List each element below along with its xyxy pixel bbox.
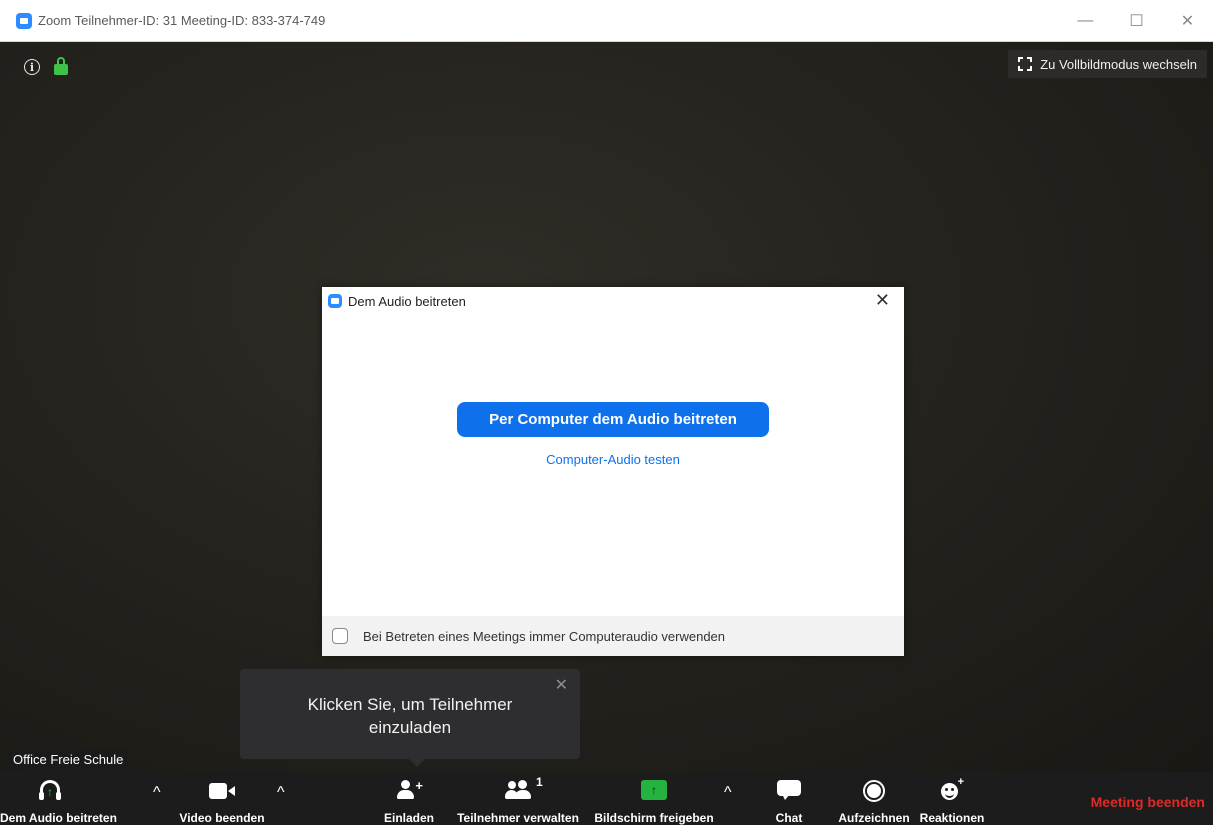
reaction-icon: + — [941, 776, 964, 800]
fullscreen-icon — [1018, 57, 1033, 71]
invite-tooltip: Klicken Sie, um Teilnehmer einzuladen ✕ — [240, 669, 580, 767]
share-screen-button[interactable]: ↑ Bildschirm freigeben — [588, 772, 720, 825]
invite-button[interactable]: + Einladen — [378, 772, 440, 825]
reactions-label: Reaktionen — [919, 811, 985, 825]
auto-audio-label[interactable]: Bei Betreten eines Meetings immer Comput… — [363, 629, 725, 644]
minimize-button[interactable]: — — [1060, 0, 1111, 42]
window-title: Zoom Teilnehmer-ID: 31 Meeting-ID: 833-3… — [38, 13, 326, 28]
dialog-header: Dem Audio beitreten ✕ — [322, 287, 904, 315]
zoom-logo-icon — [16, 12, 32, 29]
invite-tooltip-text: Klicken Sie, um Teilnehmer einzuladen — [307, 695, 513, 737]
lock-icon[interactable] — [54, 57, 68, 75]
dialog-title: Dem Audio beitreten — [348, 293, 466, 309]
caret-up-icon[interactable]: ^ — [153, 784, 161, 802]
join-computer-audio-button[interactable]: Per Computer dem Audio beitreten — [457, 402, 769, 437]
join-audio-label: Dem Audio beitreten — [0, 811, 117, 825]
share-screen-icon: ↑ — [641, 780, 667, 800]
close-window-button[interactable]: ✕ — [1162, 0, 1213, 42]
caret-up-icon[interactable]: ^ — [277, 784, 285, 802]
info-icon[interactable]: i — [24, 59, 40, 75]
join-audio-button[interactable]: ↑ Dem Audio beitreten — [0, 772, 117, 825]
fullscreen-label: Zu Vollbildmodus wechseln — [1040, 56, 1197, 72]
participant-name-tag: Office Freie Schule — [8, 749, 129, 770]
participant-count: 1 — [536, 775, 543, 789]
participants-label: Teilnehmer verwalten — [457, 811, 579, 825]
people-icon — [505, 780, 531, 800]
chat-icon — [777, 780, 801, 800]
video-toggle-button[interactable]: Video beenden — [172, 772, 272, 825]
tooltip-close-button[interactable]: ✕ — [555, 675, 568, 695]
chat-button[interactable]: Chat — [762, 772, 816, 825]
meeting-toolbar: ↑ Dem Audio beitreten ^ Video beenden ^ … — [0, 772, 1213, 825]
chat-label: Chat — [775, 811, 803, 825]
dialog-footer: Bei Betreten eines Meetings immer Comput… — [322, 616, 904, 656]
record-button[interactable]: Aufzeichnen — [834, 772, 914, 825]
headphones-icon: ↑ — [39, 780, 61, 800]
person-add-icon: + — [397, 778, 423, 800]
reactions-button[interactable]: + Reaktionen — [914, 772, 990, 825]
manage-participants-button[interactable]: 1 Teilnehmer verwalten — [450, 772, 586, 825]
caret-up-icon[interactable]: ^ — [724, 784, 732, 802]
dialog-close-button[interactable]: ✕ — [875, 290, 890, 311]
tooltip-arrow — [409, 759, 425, 767]
end-meeting-button[interactable]: Meeting beenden — [1091, 794, 1205, 810]
window-controls: — ☐ ✕ — [1060, 0, 1213, 42]
video-label: Video beenden — [179, 811, 265, 825]
record-label: Aufzeichnen — [838, 811, 910, 825]
share-label: Bildschirm freigeben — [594, 811, 714, 825]
join-audio-dialog: Dem Audio beitreten ✕ Per Computer dem A… — [322, 287, 904, 656]
window-titlebar: Zoom Teilnehmer-ID: 31 Meeting-ID: 833-3… — [0, 0, 1213, 42]
zoom-logo-icon — [328, 294, 342, 308]
test-audio-link[interactable]: Computer-Audio testen — [322, 452, 904, 467]
maximize-button[interactable]: ☐ — [1111, 0, 1162, 42]
auto-audio-checkbox[interactable] — [332, 628, 348, 644]
fullscreen-button[interactable]: Zu Vollbildmodus wechseln — [1008, 50, 1207, 78]
record-icon — [863, 780, 885, 802]
invite-label: Einladen — [383, 811, 434, 825]
camera-icon — [209, 783, 235, 799]
